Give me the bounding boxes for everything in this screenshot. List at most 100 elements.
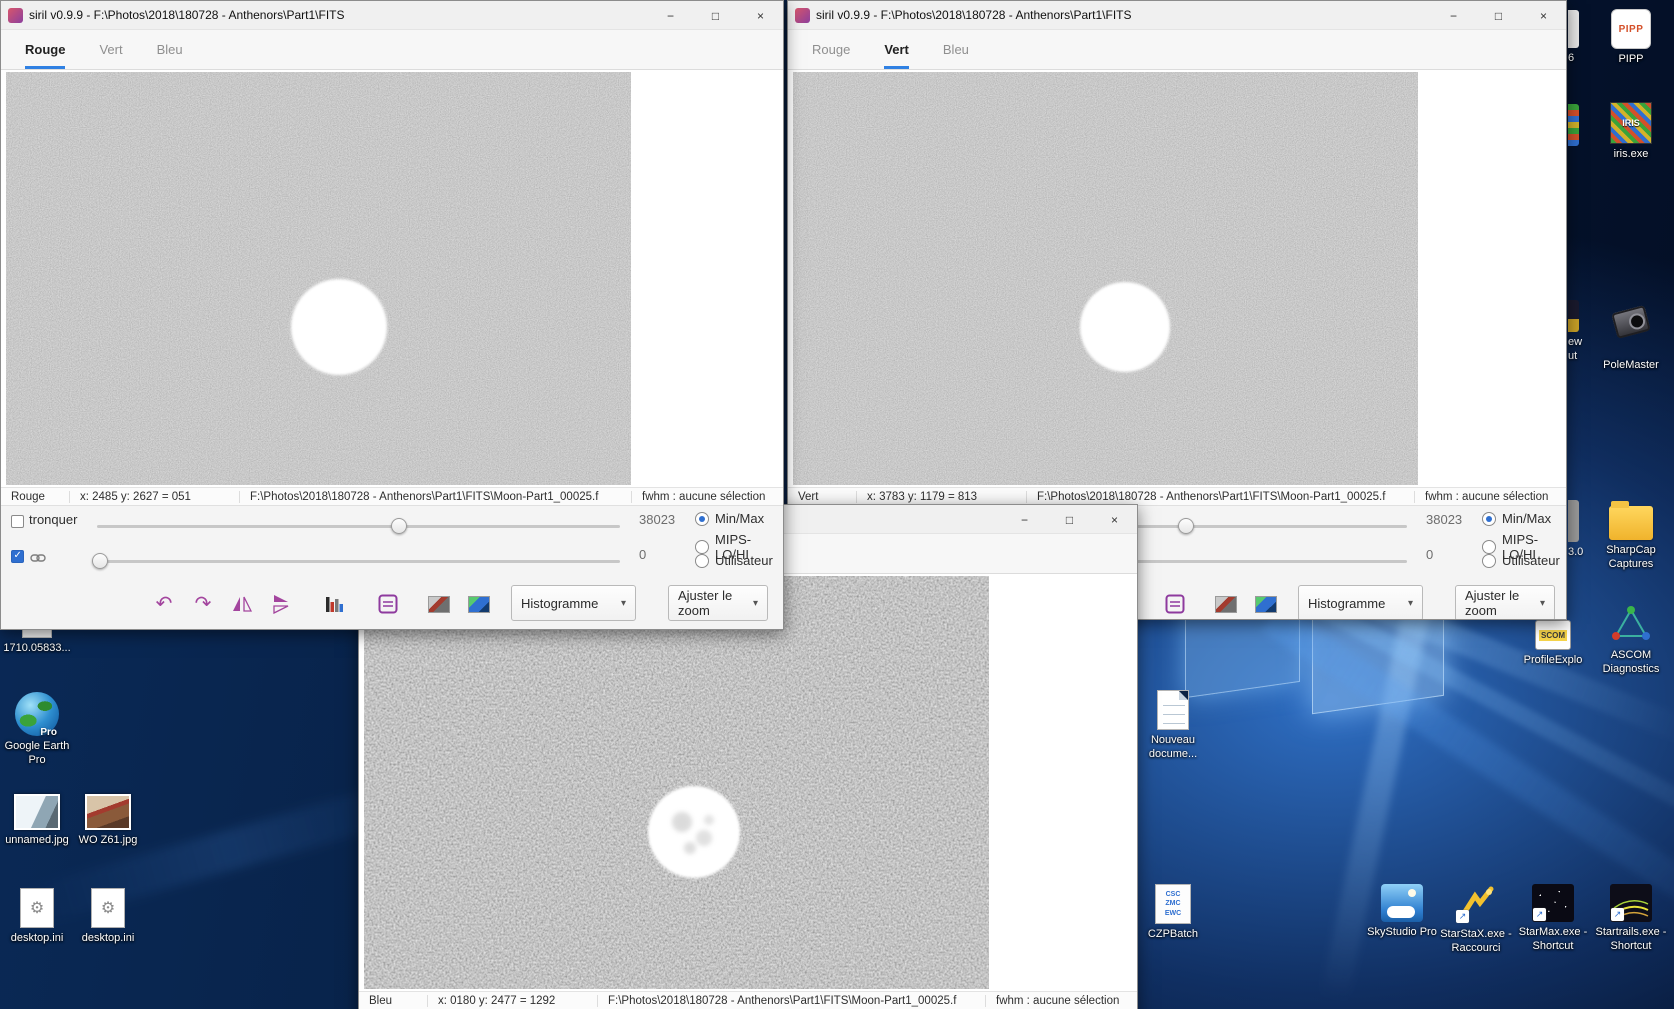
flip-vertical-icon[interactable] — [268, 591, 294, 617]
pipp-icon-text: PIPP — [1618, 23, 1644, 35]
photo-thumbnail-icon — [85, 794, 131, 830]
low-threshold-value: 0 — [639, 547, 647, 562]
icon-label: WO Z61.jpg — [78, 834, 138, 846]
slider-thumb[interactable] — [1178, 518, 1194, 534]
histogram-icon[interactable] — [322, 591, 348, 617]
grid-icon[interactable] — [375, 591, 401, 617]
slider-thumb[interactable] — [92, 553, 108, 569]
desktop-icon-1710-document[interactable]: 1710.05833... — [0, 626, 77, 656]
czp-icon-text: CSC ZMC EWC — [1164, 890, 1182, 917]
minmax-radio-label: Min/Max — [715, 511, 765, 526]
histogram-mode-dropdown[interactable]: Histogramme ▾ — [511, 585, 636, 621]
icon-label: PoleMaster — [1603, 359, 1659, 371]
scom-icon-text: SCOM — [1539, 629, 1567, 641]
grid-icon[interactable] — [1162, 591, 1188, 617]
minmax-radio[interactable]: Min/Max — [1482, 511, 1551, 526]
image-canvas[interactable] — [1, 70, 783, 487]
folder-icon — [1609, 501, 1653, 540]
cut-off-desktop-icon[interactable]: 6 — [1568, 10, 1590, 65]
slider-track[interactable] — [97, 525, 620, 528]
image-canvas[interactable] — [359, 574, 1137, 991]
tab-rouge[interactable]: Rouge — [25, 30, 66, 69]
icon-label: Google Earth Pro — [4, 740, 70, 766]
icon-label: CZPBatch — [1147, 928, 1199, 940]
image-thumbnail-red-icon[interactable] — [1213, 591, 1239, 617]
tronquer-checkbox[interactable] — [11, 515, 24, 528]
desktop-icon-polemaster[interactable]: PoleMaster — [1591, 300, 1671, 373]
window-title: siril v0.9.9 - F:\Photos\2018\180728 - A… — [816, 8, 1132, 22]
flip-horizontal-icon[interactable] — [229, 591, 255, 617]
shortcut-arrow-icon — [1533, 908, 1546, 921]
desktop-icon-czpbatch[interactable]: CSC ZMC EWC CZPBatch — [1133, 884, 1213, 942]
undo-icon[interactable]: ↶ — [151, 591, 177, 617]
desktop-icon-starstax[interactable]: StarStaX.exe - Raccourci — [1436, 884, 1516, 956]
partial-icon-label: ut — [1568, 350, 1578, 362]
maximize-button[interactable]: □ — [1476, 1, 1521, 30]
titlebar[interactable]: siril v0.9.9 - F:\Photos\2018\180728 - A… — [788, 1, 1566, 30]
document-icon — [1157, 690, 1189, 730]
minimize-button[interactable]: − — [1431, 1, 1476, 30]
tab-rouge[interactable]: Rouge — [812, 30, 850, 69]
desktop-icon-startrails[interactable]: Startrails.exe - Shortcut — [1591, 884, 1671, 954]
desktop-icon-nouveau-document[interactable]: Nouveau docume... — [1133, 690, 1213, 762]
desktop-icon-profileexplo[interactable]: SCOM ProfileExplo — [1513, 620, 1593, 668]
camera-icon — [1608, 305, 1654, 355]
user-radio[interactable]: Utilisateur — [1482, 553, 1560, 568]
desktop-icon-skystudio-pro[interactable]: SkyStudio Pro — [1362, 884, 1442, 940]
high-threshold-value: 38023 — [639, 512, 676, 527]
icon-label: ASCOM Diagnostics — [1602, 649, 1660, 675]
low-threshold-slider[interactable] — [92, 553, 620, 569]
user-radio-label: Utilisateur — [1502, 553, 1560, 568]
shortcut-arrow-icon — [1456, 910, 1469, 923]
tab-vert[interactable]: Vert — [884, 30, 909, 69]
desktop-icon-desktop-ini-1[interactable]: ⚙ desktop.ini — [0, 888, 77, 946]
tab-bleu[interactable]: Bleu — [157, 30, 183, 69]
chevron-down-icon: ▾ — [620, 597, 626, 609]
desktop-icon-sharpcap-captures[interactable]: SharpCap Captures — [1591, 498, 1671, 572]
icon-label: StarMax.exe - Shortcut — [1518, 926, 1588, 952]
minimize-button[interactable]: − — [1002, 505, 1047, 534]
maximize-button[interactable]: □ — [1047, 505, 1092, 534]
minimize-button[interactable]: − — [648, 1, 693, 30]
cut-off-desktop-icon[interactable]: ew ut — [1568, 300, 1590, 363]
close-button[interactable]: × — [1092, 505, 1137, 534]
chevron-down-icon: ▾ — [1407, 597, 1413, 609]
desktop: PIPP PIPP IRIS iris.exe PoleMaster Sharp… — [0, 0, 1674, 1009]
globe-icon-text: Pro — [40, 727, 57, 738]
cut-off-desktop-icon[interactable] — [1568, 104, 1590, 146]
desktop-icon-unnamed-jpg[interactable]: unnamed.jpg — [0, 794, 77, 848]
linked-checkbox[interactable] — [11, 550, 24, 563]
tab-vert[interactable]: Vert — [99, 30, 122, 69]
slider-thumb[interactable] — [391, 518, 407, 534]
desktop-icon-pipp[interactable]: PIPP PIPP — [1591, 9, 1671, 67]
image-thumbnail-red-icon[interactable] — [426, 591, 452, 617]
tab-bleu[interactable]: Bleu — [943, 30, 969, 69]
desktop-icon-wo-z61-jpg[interactable]: WO Z61.jpg — [68, 794, 148, 848]
titlebar[interactable]: siril v0.9.9 - F:\Photos\2018\180728 - A… — [1, 1, 783, 30]
image-canvas[interactable] — [788, 70, 1566, 487]
close-button[interactable]: × — [1521, 1, 1566, 30]
minmax-radio[interactable]: Min/Max — [695, 511, 764, 526]
zoom-dropdown[interactable]: Ajuster le zoom ▾ — [1455, 585, 1555, 619]
desktop-icon-starmax[interactable]: StarMax.exe - Shortcut — [1513, 884, 1593, 954]
desktop-icon-iris[interactable]: IRIS iris.exe — [1591, 102, 1671, 162]
close-button[interactable]: × — [738, 1, 783, 30]
image-thumbnail-blue-icon[interactable] — [1253, 591, 1279, 617]
status-coordinates: x: 3783 y: 1179 = 813 — [856, 490, 1026, 503]
user-radio[interactable]: Utilisateur — [695, 553, 773, 568]
maximize-button[interactable]: □ — [693, 1, 738, 30]
image-thumbnail-blue-icon[interactable] — [466, 591, 492, 617]
desktop-icon-ascom-diagnostics[interactable]: ASCOM Diagnostics — [1591, 603, 1671, 677]
minmax-radio-label: Min/Max — [1502, 511, 1552, 526]
desktop-icon-desktop-ini-2[interactable]: ⚙ desktop.ini — [68, 888, 148, 946]
status-coordinates: x: 2485 y: 2627 = 051 — [69, 490, 239, 503]
cut-off-desktop-icon[interactable]: 3.0 — [1568, 500, 1590, 559]
slider-track[interactable] — [92, 560, 620, 563]
redo-icon[interactable]: ↷ — [190, 591, 216, 617]
zoom-dropdown[interactable]: Ajuster le zoom ▾ — [668, 585, 768, 621]
system-file-icon: ⚙ — [91, 888, 125, 928]
desktop-icon-google-earth-pro[interactable]: Pro Google Earth Pro — [0, 692, 77, 768]
histogram-mode-dropdown[interactable]: Histogramme ▾ — [1298, 585, 1423, 619]
high-threshold-slider[interactable] — [97, 518, 620, 534]
status-filepath: F:\Photos\2018\180728 - Anthenors\Part1\… — [239, 490, 631, 503]
